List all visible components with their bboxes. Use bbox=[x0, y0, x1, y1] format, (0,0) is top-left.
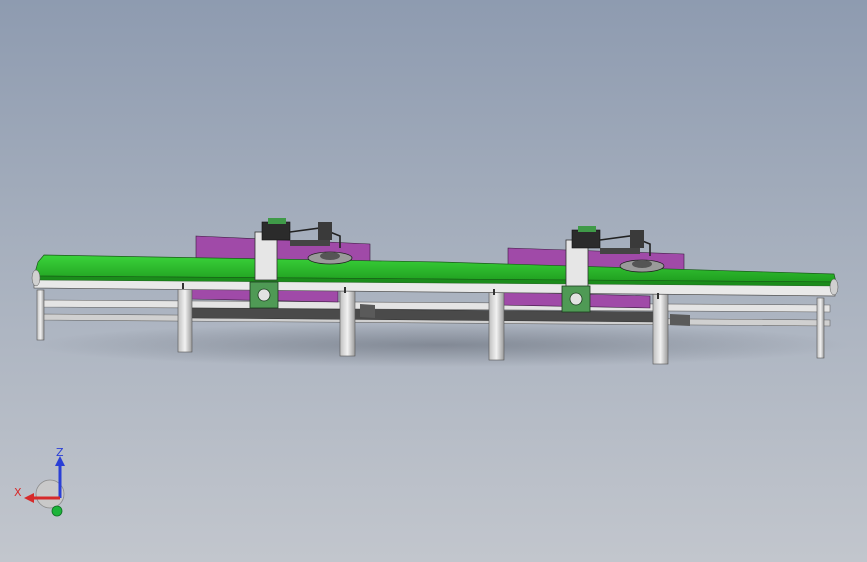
z-axis-label: Z bbox=[56, 446, 64, 459]
x-axis-label: X bbox=[14, 486, 22, 499]
ground-shadow bbox=[30, 323, 850, 367]
y-axis-dot-icon bbox=[51, 505, 63, 517]
coordinate-triad[interactable]: Z X bbox=[14, 444, 74, 520]
graphics-viewport[interactable]: Z X bbox=[0, 0, 867, 562]
lower-frame bbox=[39, 299, 831, 327]
conveyor-3d-model[interactable] bbox=[0, 0, 867, 562]
